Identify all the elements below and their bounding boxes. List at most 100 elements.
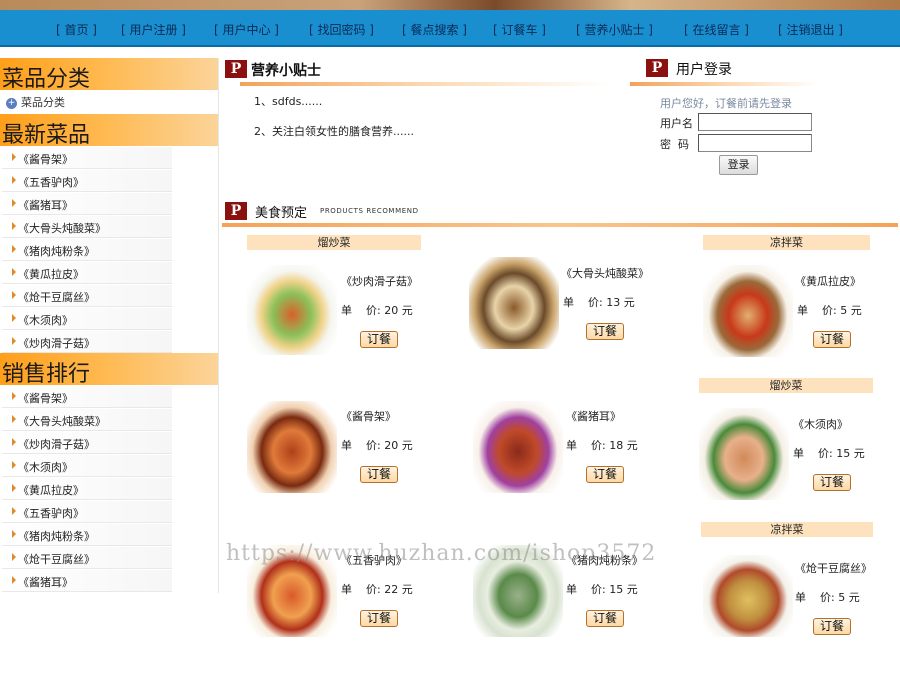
price-value: 5 元	[840, 304, 862, 317]
dish-name[interactable]: 《酱骨架》	[341, 408, 396, 424]
arrow-icon	[12, 438, 16, 446]
sales-rank-item[interactable]: 《炒肉滑子菇》	[2, 432, 172, 454]
nav-nutrition-tips[interactable]: [ 营养小贴士 ]	[576, 21, 653, 38]
price-label: 单 价:	[341, 304, 381, 317]
nav-message[interactable]: [ 在线留言 ]	[684, 21, 749, 38]
username-label: 用户名	[660, 117, 693, 130]
dish-name[interactable]: 《炝干豆腐丝》	[795, 560, 872, 576]
order-button[interactable]: 订餐	[586, 323, 624, 340]
dish-name[interactable]: 《木须肉》	[793, 416, 848, 432]
arrow-icon	[12, 314, 16, 322]
arrow-icon	[12, 461, 16, 469]
dish-link-label: 《酱骨架》	[18, 153, 73, 166]
arrow-icon	[12, 291, 16, 299]
price-label: 单 价:	[341, 583, 381, 596]
new-dish-item[interactable]: 《木须肉》	[2, 308, 172, 330]
dish-name[interactable]: 《酱猪耳》	[566, 408, 621, 424]
price-label: 单 价:	[795, 591, 835, 604]
new-dish-item[interactable]: 《黄瓜拉皮》	[2, 262, 172, 284]
dish-name[interactable]: 《大骨头炖酸菜》	[561, 265, 649, 281]
nav-register[interactable]: [ 用户注册 ]	[121, 21, 186, 38]
username-input[interactable]	[698, 113, 812, 131]
dish-price: 单 价: 13 元	[563, 294, 635, 310]
p-logo-icon: P	[646, 59, 668, 77]
sales-rank-item[interactable]: 《酱猪耳》	[2, 570, 172, 592]
sales-rank-item[interactable]: 《五香驴肉》	[2, 501, 172, 523]
category-heading: 菜品分类	[0, 58, 218, 92]
login-title: 用户登录	[676, 62, 732, 78]
dish-link-label: 《木须肉》	[18, 314, 73, 327]
tip-item[interactable]: 2、关注白领女性的膳食营养......	[254, 123, 414, 139]
watermark: https://www.huzhan.com/ishop3572	[226, 541, 657, 566]
dish-price: 单 价: 15 元	[793, 445, 865, 461]
arrow-icon	[12, 576, 16, 584]
order-button[interactable]: 订餐	[360, 466, 398, 483]
arrow-icon	[12, 530, 16, 538]
dish-link-label: 《猪肉炖粉条》	[18, 245, 95, 258]
nav-find-password[interactable]: [ 找回密码 ]	[309, 21, 374, 38]
arrow-icon	[12, 176, 16, 184]
order-button[interactable]: 订餐	[586, 466, 624, 483]
tip-item[interactable]: 1、sdfds......	[254, 93, 322, 109]
arrow-icon	[12, 245, 16, 253]
nav-user-center[interactable]: [ 用户中心 ]	[214, 21, 279, 38]
price-label: 单 价:	[563, 296, 603, 309]
dish-image[interactable]	[469, 257, 559, 349]
dish-name[interactable]: 《炒肉滑子菇》	[341, 273, 418, 289]
dish-link-label: 《黄瓜拉皮》	[18, 484, 84, 497]
price-value: 15 元	[836, 447, 865, 460]
new-dish-item[interactable]: 《猪肉炖粉条》	[2, 239, 172, 261]
dish-name[interactable]: 《黄瓜拉皮》	[795, 273, 861, 289]
dish-image[interactable]	[247, 401, 337, 493]
p-logo-icon: P	[225, 60, 247, 78]
dish-image[interactable]	[699, 408, 789, 500]
dish-price: 单 价: 22 元	[341, 581, 413, 597]
order-button[interactable]: 订餐	[813, 618, 851, 635]
sales-rank-item[interactable]: 《黄瓜拉皮》	[2, 478, 172, 500]
price-label: 单 价:	[566, 439, 606, 452]
sales-rank-item[interactable]: 《木须肉》	[2, 455, 172, 477]
price-label: 单 价:	[793, 447, 833, 460]
sales-rank-item[interactable]: 《炝干豆腐丝》	[2, 547, 172, 569]
price-label: 单 价:	[341, 439, 381, 452]
dish-link-label: 《酱猪耳》	[18, 576, 73, 589]
new-dish-item[interactable]: 《炒肉滑子菇》	[2, 331, 172, 353]
dish-link-label: 《炒肉滑子菇》	[18, 438, 95, 451]
arrow-icon	[12, 222, 16, 230]
order-button[interactable]: 订餐	[360, 610, 398, 627]
dish-image[interactable]	[703, 555, 793, 637]
order-button[interactable]: 订餐	[813, 331, 851, 348]
dish-link-label: 《酱骨架》	[18, 392, 73, 405]
category-tag: 凉拌菜	[703, 235, 870, 250]
login-button[interactable]: 登录	[719, 155, 758, 175]
sales-rank-item[interactable]: 《大骨头炖酸菜》	[2, 409, 172, 431]
tips-underline	[240, 82, 610, 86]
price-value: 13 元	[606, 296, 635, 309]
new-dish-item[interactable]: 《炝干豆腐丝》	[2, 285, 172, 307]
new-dish-item[interactable]: 《大骨头炖酸菜》	[2, 216, 172, 238]
category-link[interactable]: + 菜品分类	[6, 94, 65, 110]
new-dish-item[interactable]: 《酱猪耳》	[2, 193, 172, 215]
dish-image[interactable]	[703, 265, 793, 357]
order-button[interactable]: 订餐	[586, 610, 624, 627]
nav-logout[interactable]: [ 注销退出 ]	[778, 21, 843, 38]
dish-link-label: 《黄瓜拉皮》	[18, 268, 84, 281]
dish-link-label: 《炝干豆腐丝》	[18, 553, 95, 566]
new-dish-item[interactable]: 《五香驴肉》	[2, 170, 172, 192]
order-button[interactable]: 订餐	[360, 331, 398, 348]
dish-image[interactable]	[473, 401, 563, 493]
nav-search[interactable]: [ 餐点搜索 ]	[402, 21, 467, 38]
nav-home[interactable]: [ 首页 ]	[56, 21, 97, 38]
order-button[interactable]: 订餐	[813, 474, 851, 491]
password-input[interactable]	[698, 134, 812, 152]
new-dish-item[interactable]: 《酱骨架》	[2, 147, 172, 169]
sales-rank-item[interactable]: 《猪肉炖粉条》	[2, 524, 172, 546]
sales-rank-item[interactable]: 《酱骨架》	[2, 386, 172, 408]
tips-title: 营养小贴士	[251, 63, 321, 79]
dish-link-label: 《酱猪耳》	[18, 199, 73, 212]
nav-cart[interactable]: [ 订餐车 ]	[493, 21, 546, 38]
dish-link-label: 《五香驴肉》	[18, 176, 84, 189]
column-divider	[218, 58, 219, 593]
dish-image[interactable]	[247, 265, 337, 355]
price-value: 18 元	[609, 439, 638, 452]
